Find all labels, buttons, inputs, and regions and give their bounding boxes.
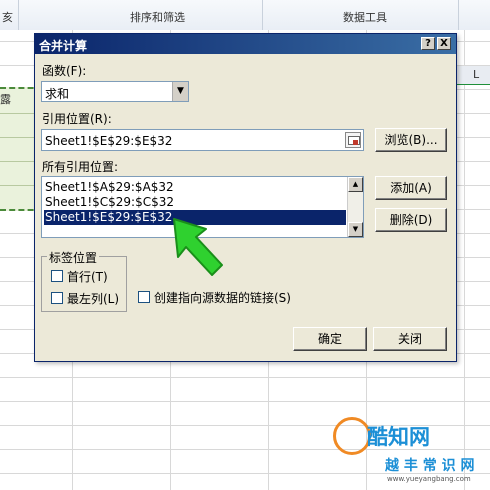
- reference-label: 引用位置(R):: [42, 112, 112, 126]
- browse-button[interactable]: 浏览(B)...: [375, 128, 447, 152]
- label-position-group: 标签位置 首行(T) 最左列(L): [41, 249, 127, 312]
- create-links-checkbox[interactable]: [138, 291, 150, 303]
- column-header-label: L: [473, 68, 480, 81]
- ok-button[interactable]: 确定: [293, 327, 367, 351]
- collapse-dialog-icon[interactable]: [345, 132, 361, 148]
- create-links-label[interactable]: 创建指向源数据的链接(S): [154, 289, 291, 306]
- left-column-label[interactable]: 最左列(L): [67, 290, 119, 307]
- function-value: 求和: [45, 87, 70, 101]
- ribbon-separator: [18, 0, 19, 30]
- first-row-checkbox[interactable]: [51, 270, 63, 282]
- function-select[interactable]: 求和 ▼: [41, 81, 189, 102]
- watermark-subtitle: 越 丰 常 识 网: [385, 458, 475, 474]
- ribbon-separator: [262, 0, 263, 30]
- ribbon-group-fragment: 亥: [2, 11, 13, 24]
- column-header-l[interactable]: L: [455, 66, 490, 85]
- close-icon[interactable]: X: [437, 37, 451, 50]
- help-button[interactable]: ?: [421, 37, 435, 50]
- add-button[interactable]: 添加(A): [375, 176, 447, 200]
- dialog-title-bar[interactable]: 合并计算 ? X: [35, 34, 456, 54]
- all-references-label: 所有引用位置:: [42, 160, 119, 174]
- first-row-label[interactable]: 首行(T): [67, 268, 108, 285]
- dialog-title: 合并计算: [39, 39, 88, 53]
- consolidate-dialog: 合并计算 ? X 函数(F): 求和 ▼ 引用位置(R): Sheet1!$E$…: [34, 33, 457, 362]
- watermark-brand: 酷知网: [367, 425, 430, 449]
- delete-button[interactable]: 删除(D): [375, 208, 447, 232]
- scroll-up-icon[interactable]: ▲: [348, 177, 363, 192]
- watermark-url: www.yueyangbang.com: [387, 475, 471, 483]
- chevron-down-icon[interactable]: ▼: [172, 82, 188, 101]
- ribbon-separator: [458, 0, 459, 30]
- list-scrollbar[interactable]: ▲ ▼: [347, 177, 363, 237]
- list-item[interactable]: Sheet1!$C$29:$C$32: [44, 195, 346, 210]
- watermark-logo-icon: [333, 417, 371, 455]
- close-button[interactable]: 关闭: [373, 327, 447, 351]
- reference-input[interactable]: Sheet1!$E$29:$E$32: [41, 129, 364, 151]
- left-column-checkbox[interactable]: [51, 292, 63, 304]
- list-item[interactable]: Sheet1!$A$29:$A$32: [44, 180, 346, 195]
- scroll-down-icon[interactable]: ▼: [348, 222, 363, 237]
- cell-fragment: 露: [0, 93, 11, 106]
- watermark: 酷知网 越 丰 常 识 网 www.yueyangbang.com: [333, 417, 490, 490]
- ribbon: 亥 排序和筛选 数据工具: [0, 0, 490, 31]
- label-position-legend: 标签位置: [47, 249, 100, 266]
- function-label: 函数(F):: [42, 64, 87, 78]
- ribbon-group-data-tools[interactable]: 数据工具: [343, 9, 387, 25]
- ribbon-group-sort-filter[interactable]: 排序和筛选: [130, 9, 185, 25]
- reference-value: Sheet1!$E$29:$E$32: [45, 134, 173, 148]
- pointer-arrow-icon: [160, 215, 230, 285]
